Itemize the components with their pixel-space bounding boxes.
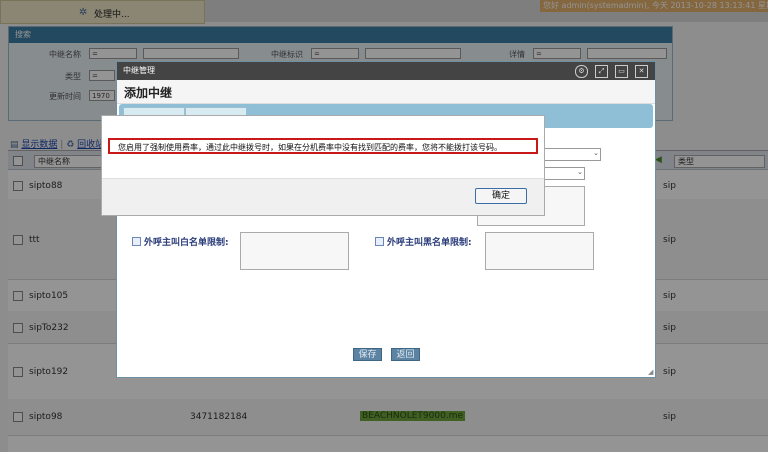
ok-button[interactable]: 确定 bbox=[475, 188, 527, 204]
chevron-down-icon: ⌄ bbox=[593, 149, 599, 157]
blacklist-checkbox[interactable] bbox=[375, 237, 384, 246]
whitelist-label: 外呼主叫白名单限制: bbox=[132, 235, 229, 248]
blacklist-textarea[interactable] bbox=[485, 232, 594, 270]
dialog-title: 添加中继 bbox=[124, 86, 173, 100]
dialog-header: 添加中继 bbox=[117, 80, 655, 104]
blacklist-label: 外呼主叫黑名单限制: bbox=[375, 235, 472, 248]
alert-message-box: 您启用了强制使用费率，通过此中继拨号时，如果在分机费率中没有找到匹配的费率，您将… bbox=[108, 138, 538, 154]
whitelist-textarea[interactable] bbox=[240, 232, 349, 270]
alert-message: 您启用了强制使用费率，通过此中继拨号时，如果在分机费率中没有找到匹配的费率，您将… bbox=[118, 143, 502, 152]
restore-icon[interactable]: ▭ bbox=[615, 65, 628, 78]
maximize-icon[interactable]: ⤢ bbox=[595, 65, 608, 78]
settings-icon[interactable]: ⚙ bbox=[575, 65, 588, 78]
whitelist-checkbox[interactable] bbox=[132, 237, 141, 246]
back-button[interactable]: 返回 bbox=[391, 348, 420, 361]
dialog-titlebar: 中继管理 ⚙ ⤢ ▭ ✕ bbox=[117, 62, 655, 80]
close-icon[interactable]: ✕ bbox=[635, 65, 648, 78]
save-button[interactable]: 保存 bbox=[353, 348, 382, 361]
chevron-down-icon: ⌄ bbox=[577, 168, 583, 176]
resize-handle-icon[interactable]: ◢ bbox=[648, 368, 653, 376]
alert-dialog: 您启用了强制使用费率，通过此中继拨号时，如果在分机费率中没有找到匹配的费率，您将… bbox=[101, 115, 545, 216]
trunk-dialog: 中继管理 ⚙ ⤢ ▭ ✕ 添加中继 ⌄ ⌄ 外呼主叫白名单限制: 外呼主叫黑名单… bbox=[116, 61, 656, 378]
dialog-window-title: 中继管理 bbox=[123, 66, 155, 75]
